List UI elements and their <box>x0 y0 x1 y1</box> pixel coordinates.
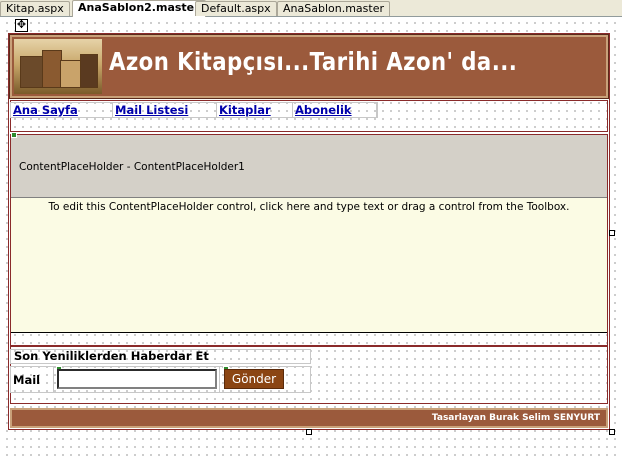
nav-link-abonelik[interactable]: Abonelik <box>295 103 352 117</box>
tab-anasablon-master[interactable]: AnaSablon.master <box>277 1 390 16</box>
mail-label: Mail <box>13 373 41 387</box>
nav-item-mail-listesi[interactable]: Mail Listesi <box>113 103 217 117</box>
content-placeholder-label: ContentPlaceHolder - ContentPlaceHolder1 <box>19 161 245 173</box>
resize-handle-bottom[interactable] <box>306 429 312 435</box>
site-title: Azon Kitapçısı...Tarihi Azon' da... <box>109 47 518 76</box>
content-placeholder-editable-area[interactable]: To edit this ContentPlaceHolder control,… <box>11 198 607 333</box>
content-placeholder-header: ContentPlaceHolder - ContentPlaceHolder1 <box>11 135 607 198</box>
newsletter-title-row: Son Yeniliklerden Haberdar Et <box>10 349 311 364</box>
tab-anasablon2-master[interactable]: AnaSablon2.master <box>72 0 206 17</box>
newsletter-title: Son Yeniliklerden Haberdar Et <box>14 349 209 363</box>
tab-default-aspx[interactable]: Default.aspx <box>195 1 277 16</box>
nav-link-ana-sayfa[interactable]: Ana Sayfa <box>13 103 78 117</box>
header-banner: Azon Kitapçısı...Tarihi Azon' da... <box>9 34 609 99</box>
nav-item-kitaplar[interactable]: Kitaplar <box>217 103 293 117</box>
books-image <box>14 39 102 94</box>
nav-link-mail-listesi[interactable]: Mail Listesi <box>115 103 188 117</box>
footer-credit: Tasarlayan Burak Selim SENYURT <box>431 413 600 423</box>
nav-menu: Ana Sayfa Mail Listesi Kitaplar Abonelik <box>10 102 378 118</box>
control-glyph-icon <box>11 132 17 138</box>
tab-kitap-aspx[interactable]: Kitap.aspx <box>0 1 70 16</box>
send-button[interactable]: Gönder <box>224 369 284 389</box>
resize-handle-corner[interactable] <box>609 429 615 435</box>
resize-handle-right[interactable] <box>609 230 615 236</box>
nav-item-abonelik[interactable]: Abonelik <box>293 103 377 117</box>
content-placeholder-hint: To edit this ContentPlaceHolder control,… <box>48 201 570 213</box>
document-tab-bar: Kitap.aspx AnaSablon2.master Default.asp… <box>0 0 622 17</box>
table-move-handle-icon[interactable]: ✥ <box>15 19 28 32</box>
footer-banner: Tasarlayan Burak Selim SENYURT <box>10 408 608 428</box>
nav-item-ana-sayfa[interactable]: Ana Sayfa <box>11 103 113 117</box>
mail-input[interactable] <box>57 369 217 389</box>
nav-link-kitaplar[interactable]: Kitaplar <box>219 103 271 117</box>
